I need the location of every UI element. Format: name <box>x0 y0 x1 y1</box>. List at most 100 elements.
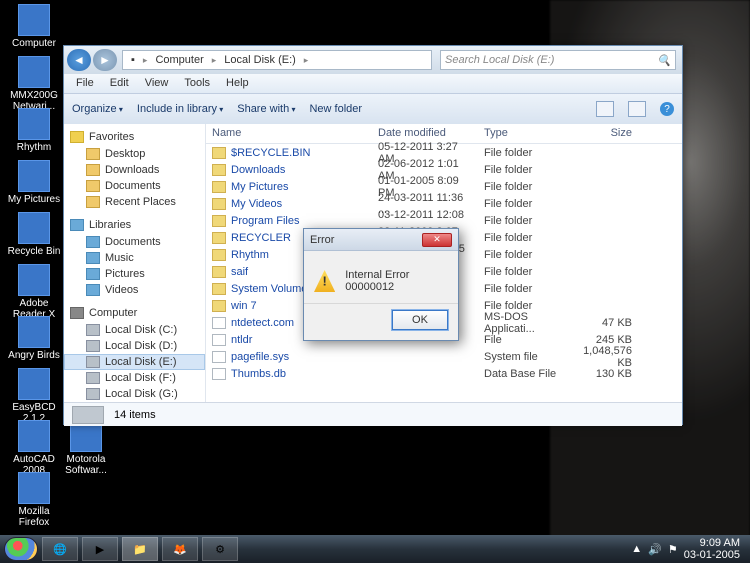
warning-icon <box>314 270 335 292</box>
nav-drive[interactable]: Local Disk (D:) <box>64 338 205 354</box>
folder-icon <box>86 340 100 352</box>
titlebar[interactable]: ◄ ► ▪ ▸ Computer ▸ Local Disk (E:) ▸ Sea… <box>64 46 682 74</box>
clock[interactable]: 9:09 AM 03-01-2005 <box>684 537 740 561</box>
breadcrumb-drive[interactable]: Local Disk (E:) <box>220 54 300 66</box>
ok-button[interactable]: OK <box>392 310 448 330</box>
col-name[interactable]: Name <box>206 124 372 143</box>
nav-libraries[interactable]: Libraries <box>64 216 205 234</box>
folder-icon <box>86 324 100 336</box>
desktop-icon[interactable]: Mozilla Firefox <box>6 472 62 528</box>
dialog-message: Internal Error 00000012 <box>345 269 448 293</box>
share-button[interactable]: Share with <box>237 103 295 115</box>
desktop-icon[interactable]: EasyBCD 2.1.2 <box>6 368 62 424</box>
desktop-icon[interactable]: MMX200G Netwari... <box>6 56 62 112</box>
nav-drive[interactable]: Local Disk (C:) <box>64 322 205 338</box>
drive-icon <box>72 406 104 424</box>
folder-icon <box>86 356 100 368</box>
file-type: MS-DOS Applicati... <box>478 311 568 335</box>
preview-pane-button[interactable] <box>628 101 646 117</box>
app-icon <box>18 472 50 504</box>
file-row[interactable]: Thumbs.db Data Base File130 KB <box>206 365 682 382</box>
close-button[interactable]: ✕ <box>422 233 452 247</box>
file-name: Program Files <box>231 215 299 227</box>
error-dialog: Error ✕ Internal Error 00000012 OK <box>303 228 459 341</box>
taskbar-ie[interactable]: 🌐 <box>42 537 78 561</box>
file-name: ntdetect.com <box>231 317 294 329</box>
new-folder-button[interactable]: New folder <box>309 103 362 115</box>
file-type: File folder <box>478 198 568 210</box>
folder-icon <box>86 148 100 160</box>
desktop-icon[interactable]: Rhythm <box>6 108 62 153</box>
taskbar[interactable]: 🌐 ▶ 📁 🦊 ⚙ ▲ 🔊 ⚑ 9:09 AM 03-01-2005 <box>0 535 750 563</box>
menu-help[interactable]: Help <box>218 74 257 93</box>
breadcrumb-computer[interactable]: Computer <box>151 54 207 66</box>
forward-button[interactable]: ► <box>93 49 117 71</box>
file-type: Data Base File <box>478 368 568 380</box>
dialog-titlebar[interactable]: Error ✕ <box>304 229 458 251</box>
nav-item[interactable]: Recent Places <box>64 194 205 210</box>
nav-drive[interactable]: Local Disk (E:) <box>64 354 205 370</box>
clock-time: 9:09 AM <box>684 537 740 549</box>
folder-icon <box>86 180 100 192</box>
menu-edit[interactable]: Edit <box>102 74 137 93</box>
nav-item[interactable]: Downloads <box>64 162 205 178</box>
file-size: 130 KB <box>568 368 638 380</box>
menu-tools[interactable]: Tools <box>176 74 218 93</box>
nav-item[interactable]: Documents <box>64 178 205 194</box>
start-button[interactable] <box>4 537 38 561</box>
desktop-icon[interactable]: AutoCAD 2008 <box>6 420 62 476</box>
breadcrumb[interactable]: ▪ ▸ Computer ▸ Local Disk (E:) ▸ <box>122 50 432 70</box>
toolbar: Organize Include in library Share with N… <box>64 94 682 124</box>
menu-view[interactable]: View <box>137 74 177 93</box>
nav-item[interactable]: Music <box>64 250 205 266</box>
search-icon[interactable]: 🔍 <box>657 54 671 67</box>
taskbar-firefox[interactable]: 🦊 <box>162 537 198 561</box>
nav-drive[interactable]: Local Disk (G:) <box>64 386 205 402</box>
file-icon <box>212 351 226 363</box>
col-type[interactable]: Type <box>478 124 568 143</box>
nav-favorites[interactable]: Favorites <box>64 128 205 146</box>
file-name: pagefile.sys <box>231 351 289 363</box>
dialog-title: Error <box>310 234 334 246</box>
nav-drive[interactable]: Local Disk (F:) <box>64 370 205 386</box>
nav-libraries-icon <box>70 219 84 231</box>
organize-button[interactable]: Organize <box>72 103 123 115</box>
help-icon[interactable]: ? <box>660 102 674 116</box>
col-size[interactable]: Size <box>568 124 638 143</box>
folder-icon <box>86 388 100 400</box>
desktop-icon[interactable]: Motorola Softwar... <box>58 420 114 476</box>
folder-icon <box>212 215 226 227</box>
file-type: File folder <box>478 215 568 227</box>
desktop-icon[interactable]: My Pictures <box>6 160 62 205</box>
file-name: $RECYCLE.BIN <box>231 147 310 159</box>
tray-arrow-icon[interactable]: ▲ <box>631 543 642 555</box>
nav-computer[interactable]: Computer <box>64 304 205 322</box>
icon-label: My Pictures <box>6 194 62 205</box>
search-input[interactable]: Search Local Disk (E:) 🔍 <box>440 50 676 70</box>
file-size: 47 KB <box>568 317 638 329</box>
nav-item[interactable]: Desktop <box>64 146 205 162</box>
file-row[interactable]: pagefile.sysSystem file1,048,576 KB <box>206 348 682 365</box>
file-name: saif <box>231 266 248 278</box>
menu-file[interactable]: File <box>68 74 102 93</box>
file-name: ntldr <box>231 334 252 346</box>
view-button[interactable] <box>596 101 614 117</box>
file-type: File folder <box>478 266 568 278</box>
file-type: File <box>478 334 568 346</box>
back-button[interactable]: ◄ <box>67 49 91 71</box>
taskbar-wmp[interactable]: ▶ <box>82 537 118 561</box>
desktop-icon[interactable]: Adobe Reader X <box>6 264 62 320</box>
nav-item[interactable]: Videos <box>64 282 205 298</box>
volume-icon[interactable]: 🔊 <box>648 543 662 556</box>
file-name: Thumbs.db <box>231 368 286 380</box>
desktop-icon[interactable]: Angry Birds <box>6 316 62 361</box>
system-tray[interactable]: ▲ 🔊 ⚑ 9:09 AM 03-01-2005 <box>631 537 746 561</box>
taskbar-app[interactable]: ⚙ <box>202 537 238 561</box>
include-library-button[interactable]: Include in library <box>137 103 223 115</box>
taskbar-explorer[interactable]: 📁 <box>122 537 158 561</box>
desktop-icon[interactable]: Recycle Bin <box>6 212 62 257</box>
network-icon[interactable]: ⚑ <box>668 543 678 556</box>
desktop-icon[interactable]: Computer <box>6 4 62 49</box>
nav-item[interactable]: Pictures <box>64 266 205 282</box>
nav-item[interactable]: Documents <box>64 234 205 250</box>
